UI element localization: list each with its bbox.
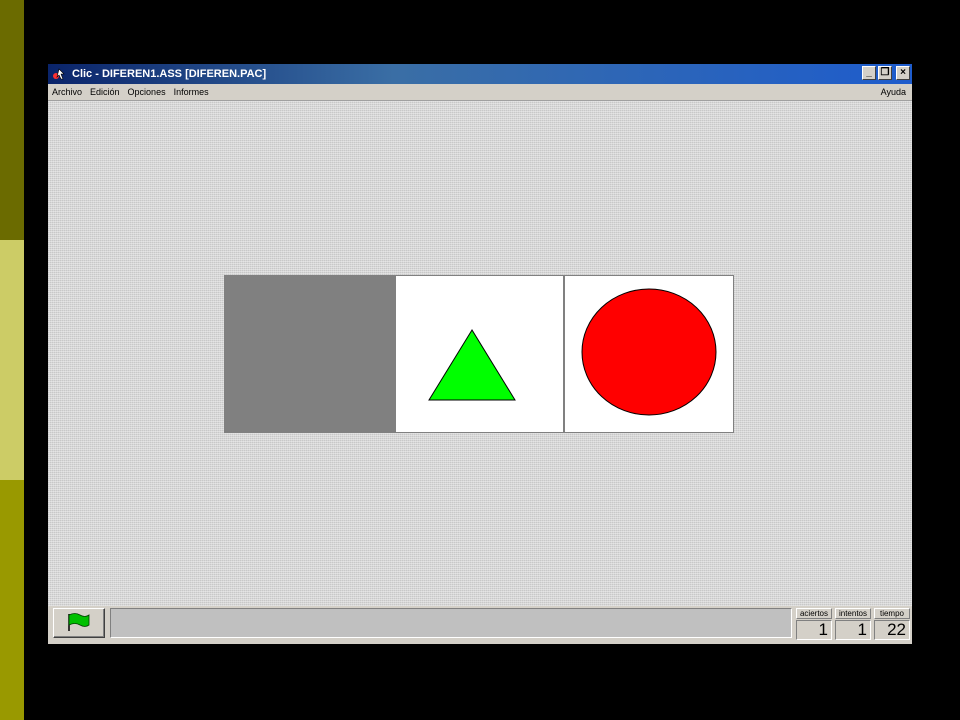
- window-title: Clic - DIFEREN1.ASS [DIFEREN.PAC]: [72, 68, 267, 80]
- menu-opciones[interactable]: Opciones: [124, 87, 170, 97]
- puzzle-board: [224, 275, 734, 433]
- counter-tiempo: tiempo 22: [874, 608, 910, 641]
- menu-edicion[interactable]: Edición: [86, 87, 124, 97]
- restore-button[interactable]: ❐: [878, 66, 892, 80]
- counter-value: 22: [874, 620, 910, 640]
- board-cell-circle[interactable]: [565, 276, 733, 432]
- slide-stripe-dark: [0, 0, 24, 240]
- counter-value: 1: [835, 620, 871, 640]
- menu-informes[interactable]: Informes: [170, 87, 213, 97]
- menu-bar: Archivo Edición Opciones Informes Ayuda: [48, 84, 912, 101]
- green-flag-icon: [68, 613, 90, 631]
- menu-ayuda[interactable]: Ayuda: [877, 87, 910, 97]
- counter-intentos: intentos 1: [835, 608, 871, 641]
- counter-label: tiempo: [874, 608, 910, 619]
- counter-aciertos: aciertos 1: [796, 608, 832, 641]
- board-cell-hidden[interactable]: [225, 276, 396, 432]
- activity-area: [48, 101, 912, 606]
- start-activity-button[interactable]: [53, 608, 105, 638]
- slide-stripe-light: [0, 240, 24, 480]
- counter-value: 1: [796, 620, 832, 640]
- clic-window: Clic - DIFEREN1.ASS [DIFEREN.PAC] _ ❐ × …: [48, 64, 912, 644]
- minimize-button[interactable]: _: [862, 66, 876, 80]
- title-bar[interactable]: Clic - DIFEREN1.ASS [DIFEREN.PAC] _ ❐ ×: [48, 64, 912, 84]
- slide-stripe-olive: [0, 480, 24, 720]
- board-cell-triangle[interactable]: [396, 276, 565, 432]
- close-button[interactable]: ×: [896, 66, 910, 80]
- counter-label: intentos: [835, 608, 871, 619]
- counter-label: aciertos: [796, 608, 832, 619]
- message-field: [110, 608, 792, 638]
- status-bar: aciertos 1 intentos 1 tiempo 22: [48, 606, 912, 644]
- clic-app-icon: [52, 67, 66, 81]
- triangle-shape: [428, 329, 516, 401]
- menu-archivo[interactable]: Archivo: [48, 87, 86, 97]
- circle-shape: [581, 288, 717, 416]
